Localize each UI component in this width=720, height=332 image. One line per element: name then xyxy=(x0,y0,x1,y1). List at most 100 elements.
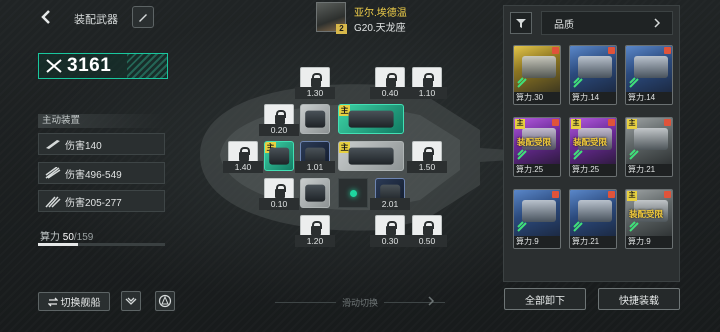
slot-value: 1.50 xyxy=(407,161,447,173)
swipe-hint: 滑动切换 xyxy=(275,296,446,308)
slot-value: 1.40 xyxy=(223,161,263,173)
slot-value: 1.01 xyxy=(295,161,335,173)
weapon-card-compute: 算力.21 xyxy=(626,164,672,176)
missile-icon xyxy=(45,196,61,208)
formation-button[interactable] xyxy=(121,291,141,311)
main-tag: 主 xyxy=(515,119,525,129)
weapon-card[interactable]: 主装配受限 算力.9 xyxy=(625,189,673,249)
switch-ship-button[interactable]: 切换舰船 xyxy=(38,292,110,311)
upgrade-arrows-icon xyxy=(517,149,527,160)
weapon-card-compute: 算力.14 xyxy=(626,92,672,104)
equipped-weapon-slot[interactable] xyxy=(300,104,330,134)
new-marker xyxy=(552,191,559,198)
active-device-row[interactable]: 伤害496-549 xyxy=(38,162,165,184)
equipped-weapon-slot[interactable] xyxy=(300,178,330,208)
single-shot-icon xyxy=(46,140,60,149)
weapon-image xyxy=(522,56,556,78)
pilot-ship: G20.天龙座 xyxy=(354,23,406,34)
active-device-label: 伤害140 xyxy=(65,140,102,152)
new-marker xyxy=(664,47,671,54)
emblem-button[interactable] xyxy=(155,291,175,311)
active-device-row[interactable]: 伤害140 xyxy=(38,133,165,155)
chevron-right-icon[interactable] xyxy=(427,296,435,306)
weapon-card-compute: 算力.25 xyxy=(570,164,616,176)
equipped-weapon-slot[interactable]: 主 xyxy=(338,141,404,171)
power-value: 3161 xyxy=(67,55,112,76)
upgrade-arrows-icon xyxy=(517,221,527,232)
restricted-label: 装配受限 xyxy=(517,137,552,147)
new-marker xyxy=(608,119,615,126)
equipped-weapon-slot[interactable]: 主 xyxy=(264,141,294,171)
main-tag: 主 xyxy=(571,119,581,129)
weapon-card[interactable]: 主算力.21 xyxy=(625,117,673,177)
wings-icon xyxy=(125,297,137,305)
compute-max: /159 xyxy=(73,232,94,243)
quality-select-label: 品质 xyxy=(554,19,574,31)
core-node[interactable] xyxy=(338,178,368,208)
weapon-image xyxy=(578,200,612,222)
quick-equip-button[interactable]: 快捷装载 xyxy=(598,288,680,310)
slot-value: 1.10 xyxy=(407,87,447,99)
crossed-swords-icon xyxy=(46,59,62,73)
unequip-all-button[interactable]: 全部卸下 xyxy=(504,288,586,310)
weapon-card-compute: 算力.30 xyxy=(514,92,560,104)
slot-value: 2.01 xyxy=(370,198,410,210)
upgrade-arrows-icon xyxy=(629,221,639,232)
filter-icon xyxy=(516,19,526,28)
weapon-card[interactable]: 主装配受限 算力.25 xyxy=(513,117,561,177)
emblem-icon xyxy=(158,294,172,308)
restricted-label: 装配受限 xyxy=(573,137,608,147)
weapon-image xyxy=(348,110,394,128)
weapon-card-compute: 算力.21 xyxy=(570,236,616,248)
slot-value: 0.30 xyxy=(370,235,410,247)
upgrade-arrows-icon xyxy=(573,149,583,160)
weapon-card[interactable]: 算力.14 xyxy=(569,45,617,105)
upgrade-arrows-icon xyxy=(629,77,639,88)
swipe-hint-text: 滑动切换 xyxy=(342,297,379,308)
compute-label: 算力 50/159 xyxy=(40,228,93,243)
filter-button[interactable] xyxy=(510,12,532,34)
switch-ship-label: 切换舰船 xyxy=(60,298,101,309)
weapon-image xyxy=(578,56,612,78)
compute-bar xyxy=(38,243,165,246)
weapon-image xyxy=(634,128,668,150)
new-marker xyxy=(664,119,671,126)
new-marker xyxy=(552,47,559,54)
chevron-left-icon xyxy=(41,10,50,24)
weapon-card[interactable]: 主装配受限算力.25 xyxy=(569,117,617,177)
page-title: 装配武器 xyxy=(74,14,118,26)
weapon-image xyxy=(305,184,325,202)
weapon-image xyxy=(305,110,325,128)
pilot-name: 亚尔.埃德温 xyxy=(354,8,407,19)
equipped-weapon-slot[interactable]: 主 xyxy=(338,104,404,134)
weapon-card[interactable]: 算力.30 xyxy=(513,45,561,105)
weapon-image xyxy=(269,147,289,165)
weapon-card[interactable]: 算力.9 xyxy=(513,189,561,249)
active-device-row[interactable]: 伤害205-277 xyxy=(38,190,165,212)
upgrade-arrows-icon xyxy=(517,77,527,88)
power-box: 3161 xyxy=(38,53,168,79)
weapon-card[interactable]: 算力.21 xyxy=(569,189,617,249)
pilot-info[interactable]: 2 亚尔.埃德温 G20.天龙座 xyxy=(316,2,516,34)
slot-value: 0.20 xyxy=(259,124,299,136)
new-marker xyxy=(608,191,615,198)
compute-current: 50 xyxy=(62,232,74,243)
weapon-card[interactable]: 算力.14 xyxy=(625,45,673,105)
edit-button[interactable] xyxy=(132,6,154,28)
upgrade-arrows-icon xyxy=(573,77,583,88)
back-button[interactable] xyxy=(38,8,56,26)
weapon-image xyxy=(634,56,668,78)
swipe-line xyxy=(384,301,446,303)
new-marker xyxy=(552,119,559,126)
weapon-card-compute: 算力.9 xyxy=(626,236,672,248)
slot-value: 0.10 xyxy=(259,198,299,210)
weapon-card-compute: 算力.14 xyxy=(570,92,616,104)
compute-bar-fill xyxy=(38,243,78,246)
pilot-level-badge: 2 xyxy=(336,24,347,34)
compute-label-text: 算力 xyxy=(40,232,60,243)
quality-select[interactable]: 品质 xyxy=(541,11,673,35)
slot-value: 1.30 xyxy=(295,87,335,99)
active-device-label: 伤害496-549 xyxy=(65,169,122,181)
new-marker xyxy=(664,191,671,198)
chevron-right-icon xyxy=(654,18,661,28)
